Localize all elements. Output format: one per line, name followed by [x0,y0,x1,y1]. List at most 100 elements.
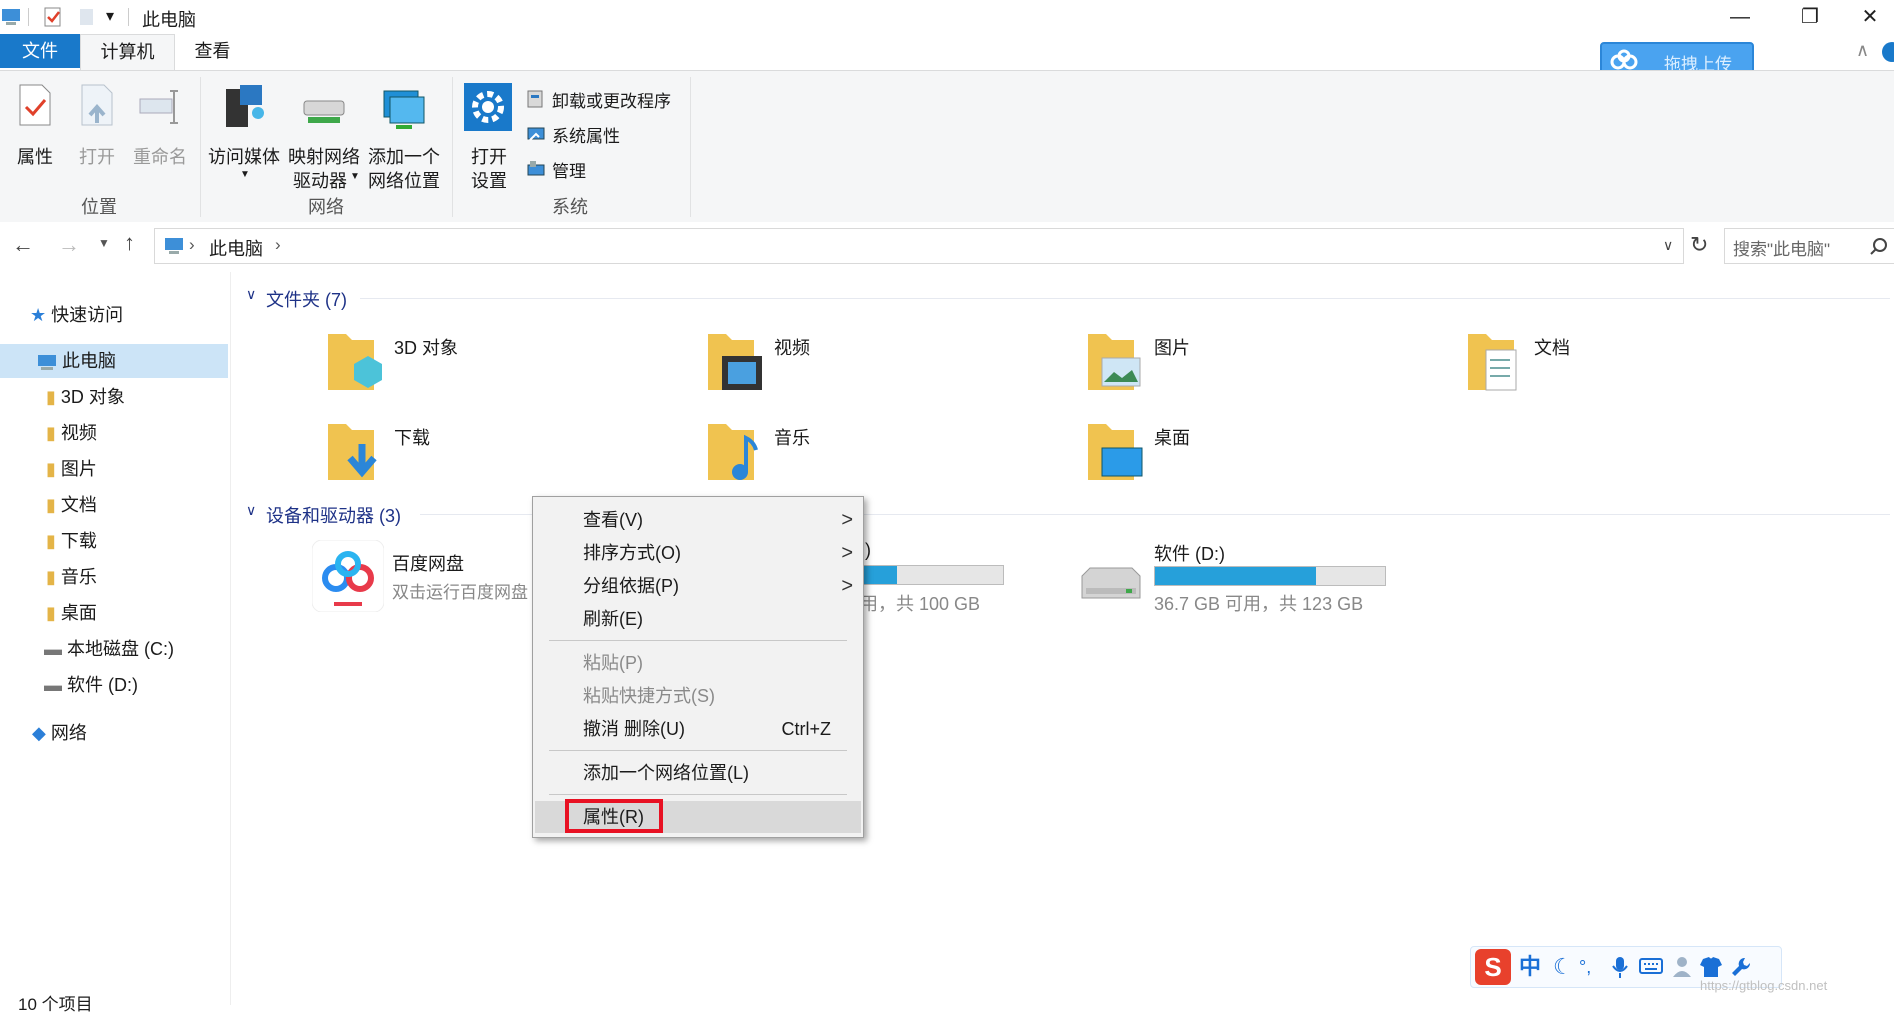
folder-icon: ▮ [46,531,56,551]
rename-button[interactable]: 重命名 [128,83,192,179]
menu-item-group-by[interactable]: 分组依据(P) > [533,571,863,601]
manage-button[interactable]: 管理 [524,155,694,183]
up-button[interactable]: ↑ [124,230,135,256]
search-box[interactable]: 搜索"此电脑" [1724,228,1894,264]
microphone-icon[interactable] [1611,955,1629,979]
nav-quick-access[interactable]: ★ 快速访问 [30,298,220,332]
drive-c-usage-bar [860,565,1004,585]
collapse-chevron-icon[interactable]: ∨ [246,502,256,519]
device-tile-drive-c[interactable]: :) 用，共 100 GB [860,540,1010,616]
nav-desktop[interactable]: ▮ 桌面 [46,596,226,630]
sogou-logo-icon[interactable]: S [1475,949,1511,985]
map-network-drive-button[interactable]: 映射网络 驱动器 ▼ [286,83,362,201]
folder-tile-pictures[interactable]: 图片 [1080,324,1410,400]
menu-item-add-network-location[interactable]: 添加一个网络位置(L) [533,758,863,788]
uninstall-button[interactable]: 卸载或更改程序 [524,85,694,113]
minimize-button[interactable]: — [1710,0,1770,34]
folder-tile-videos[interactable]: 视频 [700,324,1030,400]
menu-item-refresh[interactable]: 刷新(E) [533,604,863,634]
ribbon-separator [200,77,201,217]
folder-tile-music[interactable]: 音乐 [700,414,1030,490]
access-media-button[interactable]: 访问媒体 ▼ [206,83,282,201]
folder-icon: ▮ [46,567,56,587]
add-network-location-button[interactable]: 添加一个 网络位置 [364,83,444,201]
ime-punct-toggle[interactable]: °, [1579,949,1591,985]
tab-computer[interactable]: 计算机 [80,34,175,71]
menu-item-undo-delete[interactable]: 撤消 删除(U) Ctrl+Z [533,714,863,744]
ribbon-collapse-icon[interactable]: ∧ [1856,40,1869,61]
folder-tile-desktop[interactable]: 桌面 [1080,414,1410,490]
folder-tile-downloads[interactable]: 下载 [320,414,650,490]
device-tile-baidu-netdisk[interactable]: 百度网盘 双击运行百度网盘 [310,538,540,618]
map-drive-label-1: 映射网络 [288,147,360,167]
recent-locations-icon[interactable]: ▼ [98,236,110,250]
tab-file[interactable]: 文件 [0,34,80,68]
nav-downloads[interactable]: ▮ 下载 [46,524,226,558]
new-folder-qat-icon[interactable] [76,6,98,28]
moon-icon[interactable]: ☾ [1553,949,1573,985]
status-item-count: 10 个项目 [18,995,93,1014]
forward-button[interactable]: → [58,232,80,258]
search-input[interactable]: 搜索"此电脑" [1733,235,1830,260]
nav-network[interactable]: ◆ 网络 [32,716,222,750]
user-icon[interactable] [1671,955,1693,979]
nav-documents[interactable]: ▮ 文档 [46,488,226,522]
menu-separator [549,640,847,641]
nav-local-disk-c[interactable]: ▬ 本地磁盘 (C:) [44,632,228,666]
menu-separator [549,750,847,751]
collapse-chevron-icon[interactable]: ∨ [246,286,256,303]
properties-qat-icon[interactable] [42,6,64,28]
breadcrumb-this-pc[interactable]: 此电脑 [209,235,263,261]
watermark: https://gtblog.csdn.net [1700,978,1828,993]
search-icon[interactable] [1869,237,1889,257]
back-button[interactable]: ← [12,232,34,258]
menu-item-view[interactable]: 查看(V) > [533,505,863,535]
nav-drive-d[interactable]: ▬ 软件 (D:) [44,668,228,702]
folder-label: 文档 [1534,338,1570,358]
folder-tile-documents[interactable]: 文档 [1460,324,1790,400]
close-button[interactable]: ✕ [1846,0,1894,34]
this-pc-icon[interactable] [0,6,22,28]
properties-button[interactable]: 属性 [10,83,60,179]
menu-item-properties[interactable]: 属性(R) [535,799,861,833]
tab-view[interactable]: 查看 [175,34,250,68]
menu-item-paste-shortcut[interactable]: 粘贴快捷方式(S) [533,681,863,711]
ribbon-separator [452,77,453,217]
address-dropdown-icon[interactable]: ∨ [1663,237,1673,254]
device-tile-drive-d[interactable]: 软件 (D:) 36.7 GB 可用，共 123 GB [1072,536,1402,620]
menu-item-paste[interactable]: 粘贴(P) [533,648,863,678]
address-bar[interactable]: › 此电脑 › ∨ [154,228,1684,264]
nav-music[interactable]: ▮ 音乐 [46,560,226,594]
keyboard-icon[interactable] [1639,957,1663,975]
submenu-arrow-icon: > [841,509,853,531]
open-button[interactable]: 打开 [72,83,122,179]
menu-item-sort-by[interactable]: 排序方式(O) > [533,538,863,568]
restore-button[interactable]: ❐ [1780,0,1840,34]
qat-dropdown-icon[interactable]: ▾ [106,6,114,26]
uninstall-icon [527,90,543,108]
drive-d-usage-bar [1154,566,1386,586]
system-properties-icon [527,127,545,141]
nav-pictures[interactable]: ▮ 图片 [46,452,226,486]
baidu-netdisk-name: 百度网盘 [392,554,464,574]
system-properties-button[interactable]: 系统属性 [524,120,694,148]
folder-videos-icon [708,334,762,390]
folders-section-header[interactable]: 文件夹 (7) [266,286,347,312]
folder-tile-3d-objects[interactable]: 3D 对象 [320,324,650,400]
breadcrumb-separator: › [275,235,281,254]
this-pc-icon [38,355,56,370]
access-media-label: 访问媒体 [208,147,280,167]
nav-3d-objects[interactable]: ▮ 3D 对象 [46,380,226,414]
submenu-arrow-icon: > [841,575,853,597]
nav-this-pc[interactable]: 此电脑 [0,344,228,378]
nav-videos[interactable]: ▮ 视频 [46,416,226,450]
rename-label: 重命名 [133,147,187,167]
network-location-icon [383,90,425,129]
refresh-icon[interactable]: ↻ [1690,232,1708,258]
skin-shirt-icon[interactable] [1699,955,1723,979]
ime-lang-toggle[interactable]: 中 [1519,949,1541,985]
drive-d-name: 软件 (D:) [1154,544,1225,564]
wrench-icon[interactable] [1729,955,1753,979]
devices-section-header[interactable]: 设备和驱动器 (3) [266,502,401,528]
open-settings-button[interactable]: 打开 设置 [462,83,516,201]
